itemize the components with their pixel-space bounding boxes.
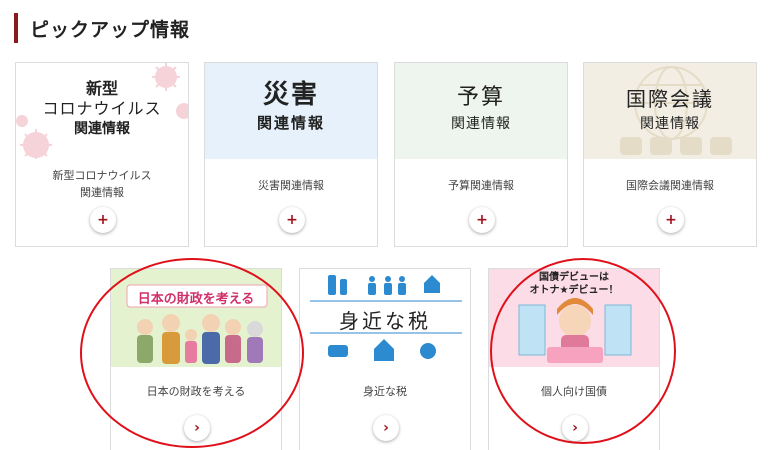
budget-caption: 予算関連情報: [448, 179, 514, 192]
card-conference[interactable]: 国際会議 関連情報 国際会議関連情報 +: [583, 62, 757, 247]
conference-banner: 国際会議 関連情報: [584, 63, 756, 159]
budget-title-line1: 予算: [456, 85, 505, 110]
card-budget[interactable]: 予算 関連情報 予算関連情報 +: [394, 62, 568, 247]
disaster-open-button[interactable]: +: [279, 207, 305, 233]
section-header: ピックアップ情報: [14, 12, 190, 44]
plus-icon: +: [665, 212, 677, 228]
jgb-banner-text: 国債デビューは オトナ★デビュー！: [489, 271, 659, 297]
chevron-right-icon: ›: [572, 420, 578, 436]
budget-open-button[interactable]: +: [469, 207, 495, 233]
japan-finance-banner: 日本の財政を考える: [111, 269, 281, 367]
jgb-banner-line2: オトナ★デビュー！: [529, 285, 619, 296]
covid-open-button[interactable]: +: [90, 207, 116, 233]
chevron-right-icon: ›: [194, 420, 200, 436]
familiar-tax-banner-text: 身近な税: [339, 309, 431, 333]
japan-finance-open-button[interactable]: ›: [184, 415, 210, 441]
section-title: ピックアップ情報: [30, 18, 191, 41]
conference-open-button[interactable]: +: [658, 207, 684, 233]
covid-caption-text: 新型コロナウイルス 関連情報: [52, 169, 152, 199]
jgb-caption: 個人向け国債: [541, 385, 607, 398]
familiar-tax-open-button[interactable]: ›: [373, 415, 399, 441]
chevron-right-icon: ›: [383, 420, 389, 436]
covid-title-line1: 新型: [85, 79, 118, 98]
disaster-caption: 災害関連情報: [258, 179, 324, 192]
conference-title-line2: 関連情報: [640, 116, 700, 132]
covid-title-line3: 関連情報: [74, 121, 130, 137]
section-accent-bar: [14, 13, 18, 43]
card-jgb[interactable]: 国債デビューは オトナ★デビュー！ 個人向け国債 ›: [488, 268, 660, 450]
jgb-open-button[interactable]: ›: [562, 415, 588, 441]
plus-icon: +: [286, 212, 298, 228]
budget-title-line2: 関連情報: [451, 116, 511, 132]
disaster-banner: 災害 関連情報: [205, 63, 377, 159]
card-familiar-tax[interactable]: 身近な税 身近な税 ›: [299, 268, 471, 450]
plus-icon: +: [97, 212, 109, 228]
familiar-tax-caption: 身近な税: [363, 385, 407, 398]
conference-title-line1: 国際会議: [626, 87, 714, 111]
covid-banner: 新型 コロナウイルス 関連情報: [16, 63, 188, 159]
jgb-banner: 国債デビューは オトナ★デビュー！: [489, 269, 659, 367]
covid-caption: 新型コロナウイルス 関連情報: [16, 167, 188, 201]
jgb-banner-line1: 国債デビューは: [539, 272, 609, 283]
conference-caption: 国際会議関連情報: [626, 179, 714, 192]
card-japan-finance[interactable]: 日本の財政を考える 日本の財政を考える ›: [110, 268, 282, 450]
japan-finance-caption: 日本の財政を考える: [146, 385, 246, 398]
plus-icon: +: [476, 212, 488, 228]
family-illustration-icon: [111, 269, 281, 367]
disaster-title-line2: 関連情報: [256, 114, 325, 132]
card-covid[interactable]: 新型 コロナウイルス 関連情報 新型コロナウイルス 関連情報 +: [15, 62, 189, 247]
disaster-title-line1: 災害: [262, 80, 319, 110]
covid-title-line2: コロナウイルス: [42, 99, 162, 118]
budget-banner: 予算 関連情報: [395, 63, 567, 159]
japan-finance-banner-text: 日本の財政を考える: [137, 292, 255, 307]
card-disaster[interactable]: 災害 関連情報 災害関連情報 +: [204, 62, 378, 247]
familiar-tax-banner: 身近な税: [300, 269, 470, 367]
